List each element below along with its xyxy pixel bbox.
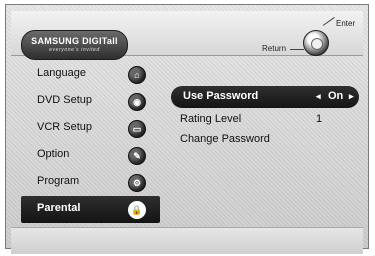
menu-item-language[interactable]: Language ⌂ bbox=[21, 61, 160, 88]
brand-text: SAMSUNG DIGITall bbox=[31, 36, 118, 46]
return-label: Return bbox=[262, 44, 287, 53]
right-arrow-icon[interactable]: ▸ bbox=[349, 91, 354, 102]
menu-item-label: VCR Setup bbox=[37, 121, 93, 133]
main-menu: Language ⌂ DVD Setup ◉ VCR Setup ▭ Optio… bbox=[21, 61, 160, 223]
use-password-label: Use Password bbox=[183, 90, 259, 102]
brand-tagline: everyone's invited bbox=[49, 47, 100, 53]
rating-level-row[interactable]: Rating Level 1 bbox=[171, 108, 359, 128]
dvd-icon: ◉ bbox=[128, 93, 146, 111]
samsung-logo: SAMSUNG DIGITall everyone's invited bbox=[21, 30, 128, 60]
menu-item-label: Language bbox=[37, 67, 86, 79]
menu-item-parental[interactable]: Parental 🔒 bbox=[21, 196, 160, 223]
enter-label: Enter bbox=[336, 19, 356, 28]
change-password-row[interactable]: Change Password bbox=[171, 128, 359, 148]
change-password-label: Change Password bbox=[180, 133, 270, 145]
footer-bar bbox=[11, 227, 363, 254]
return-leader-line bbox=[290, 49, 304, 50]
left-arrow-icon[interactable]: ◂ bbox=[316, 91, 321, 102]
menu-item-program[interactable]: Program ⚙ bbox=[21, 169, 160, 196]
rating-level-value: 1 bbox=[316, 113, 323, 125]
menu-item-label: Parental bbox=[37, 202, 81, 214]
language-icon: ⌂ bbox=[128, 66, 146, 84]
option-icon: ✎ bbox=[128, 147, 146, 165]
enter-button-icon[interactable] bbox=[311, 38, 323, 50]
menu-item-dvd-setup[interactable]: DVD Setup ◉ bbox=[21, 88, 160, 115]
program-icon: ⚙ bbox=[128, 174, 146, 192]
use-password-row[interactable]: Use Password ◂ On ▸ bbox=[171, 86, 359, 108]
menu-item-label: DVD Setup bbox=[37, 94, 93, 106]
parental-settings-panel: Use Password ◂ On ▸ Rating Level 1 Chang… bbox=[171, 86, 359, 148]
navigation-dial-icon[interactable] bbox=[303, 30, 329, 56]
use-password-value: On bbox=[328, 90, 344, 102]
menu-item-vcr-setup[interactable]: VCR Setup ▭ bbox=[21, 115, 160, 142]
osd-screen: SAMSUNG DIGITall everyone's invited Ente… bbox=[0, 0, 375, 256]
rating-level-label: Rating Level bbox=[180, 113, 242, 125]
lock-icon: 🔒 bbox=[128, 201, 146, 219]
vcr-icon: ▭ bbox=[128, 120, 146, 138]
menu-item-option[interactable]: Option ✎ bbox=[21, 142, 160, 169]
menu-item-label: Program bbox=[37, 175, 80, 187]
menu-item-label: Option bbox=[37, 148, 70, 160]
